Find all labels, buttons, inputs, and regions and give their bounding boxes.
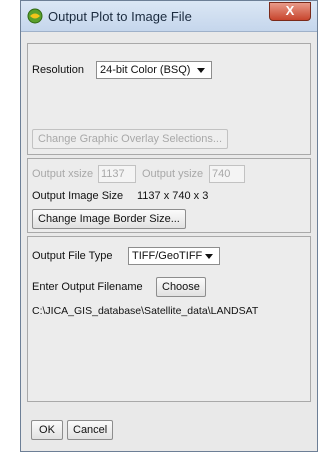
dialog-title: Output Plot to Image File: [48, 9, 192, 24]
cancel-button[interactable]: Cancel: [67, 420, 114, 440]
title-bar[interactable]: Output Plot to Image File X: [21, 1, 317, 32]
output-ysize-label: Output ysize: [142, 168, 204, 180]
resolution-selected-value: 24-bit Color (BSQ): [100, 64, 191, 76]
file-type-selected-value: TIFF/GeoTIFF: [132, 250, 203, 262]
resolution-panel: Resolution 24-bit Color (BSQ) Change Gra…: [27, 43, 311, 155]
choose-file-button[interactable]: Choose: [156, 277, 206, 297]
output-ysize-field[interactable]: 740: [209, 165, 245, 183]
app-globe-icon: [27, 8, 43, 24]
change-border-size-button[interactable]: Change Image Border Size...: [32, 209, 186, 229]
output-image-size-label: Output Image Size: [32, 190, 124, 202]
output-file-type-select[interactable]: TIFF/GeoTIFF: [128, 247, 220, 265]
output-file-panel: Output File Type TIFF/GeoTIFF Enter Outp…: [27, 236, 311, 402]
resolution-select[interactable]: 24-bit Color (BSQ): [96, 61, 212, 79]
chevron-down-icon: [197, 68, 205, 73]
output-plot-dialog: Output Plot to Image File X Resolution 2…: [20, 0, 318, 452]
output-filename-input[interactable]: C:\JICA_GIS_database\Satellite_data\LAND…: [32, 305, 308, 317]
change-graphic-overlay-button[interactable]: Change Graphic Overlay Selections...: [32, 129, 229, 149]
ok-button[interactable]: OK: [31, 420, 63, 440]
close-icon: X: [285, 3, 295, 18]
enter-filename-label: Enter Output Filename: [32, 281, 143, 293]
output-xsize-field[interactable]: 1137: [98, 165, 136, 183]
close-button[interactable]: X: [269, 2, 311, 21]
output-size-panel: Output xsize 1137 Output ysize 740 Outpu…: [27, 158, 311, 233]
output-xsize-label: Output xsize: [32, 168, 94, 180]
footer-panel: OK Cancel: [27, 405, 311, 447]
chevron-down-icon: [205, 254, 213, 259]
resolution-label: Resolution: [32, 64, 84, 76]
output-file-type-label: Output File Type: [32, 250, 113, 262]
output-image-size-value: 1137 x 740 x 3: [137, 190, 209, 202]
